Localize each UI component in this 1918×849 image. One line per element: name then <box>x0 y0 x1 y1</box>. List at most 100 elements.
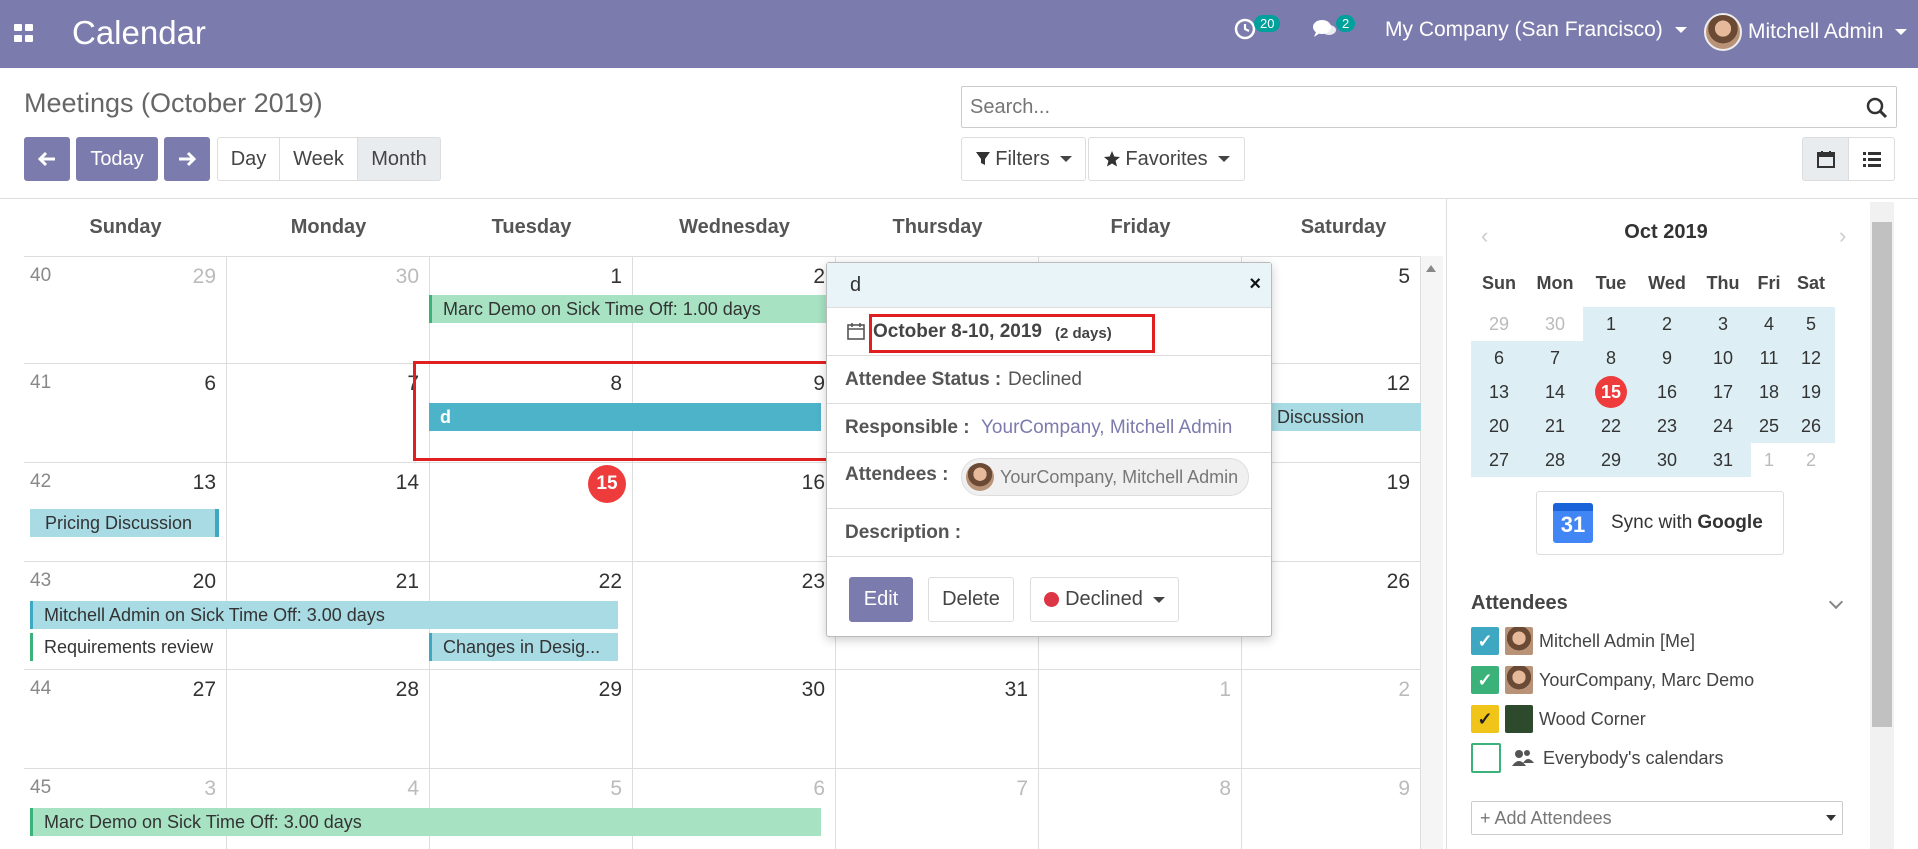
mini-day[interactable]: 7 <box>1527 341 1583 375</box>
mini-day[interactable]: 30 <box>1527 307 1583 341</box>
mini-day[interactable]: 29 <box>1583 443 1639 477</box>
mini-day[interactable]: 5 <box>1787 307 1835 341</box>
mini-day[interactable]: 1 <box>1751 443 1787 477</box>
mini-day-today[interactable]: 15 <box>1583 375 1639 409</box>
responsible-link[interactable]: YourCompany, Mitchell Admin <box>981 417 1232 439</box>
day-cell[interactable]: 28 <box>227 670 430 768</box>
delete-button[interactable]: Delete <box>928 577 1014 622</box>
favorites-button[interactable]: Favorites <box>1088 137 1245 181</box>
day-cell[interactable]: 29 <box>430 670 633 768</box>
attendee-status-dropdown[interactable]: Declined <box>1030 577 1179 622</box>
event-changes-in-design[interactable]: Changes in Desig... <box>429 633 618 661</box>
close-icon[interactable]: × <box>1249 273 1261 296</box>
mini-day[interactable]: 21 <box>1527 409 1583 443</box>
event-requirements-review[interactable]: Requirements review <box>30 633 220 661</box>
mini-day[interactable]: 18 <box>1751 375 1787 409</box>
mini-day[interactable]: 31 <box>1695 443 1751 477</box>
activity-menu[interactable]: 20 <box>1234 14 1281 40</box>
mini-day[interactable]: 25 <box>1751 409 1787 443</box>
attendee-filter-item[interactable]: ✓ Wood Corner <box>1471 704 1646 734</box>
sidebar-scrollbar[interactable] <box>1870 202 1894 849</box>
mini-day[interactable]: 4 <box>1751 307 1787 341</box>
mini-day[interactable]: 19 <box>1787 375 1835 409</box>
mini-day[interactable]: 14 <box>1527 375 1583 409</box>
mini-day[interactable]: 26 <box>1787 409 1835 443</box>
calendar-scrollbar[interactable] <box>1421 256 1443 849</box>
mini-day[interactable]: 9 <box>1639 341 1695 375</box>
day-cell[interactable]: 41 6 <box>24 364 227 462</box>
day-cell[interactable]: 2 <box>1242 670 1421 768</box>
mini-day[interactable]: 28 <box>1527 443 1583 477</box>
mini-day[interactable]: 27 <box>1471 443 1527 477</box>
mini-week: 6 7 8 9 10 11 12 <box>1471 341 1861 375</box>
mini-day[interactable]: 3 <box>1695 307 1751 341</box>
attendee-filter-item[interactable]: Everybody's calendars <box>1471 743 1724 773</box>
prev-button[interactable] <box>24 137 70 181</box>
sync-google-button[interactable]: 31 Sync with Google <box>1536 491 1784 555</box>
mini-day[interactable]: 12 <box>1787 341 1835 375</box>
checkbox-checked-icon[interactable]: ✓ <box>1471 627 1499 655</box>
search-input[interactable] <box>962 87 1896 127</box>
day-cell[interactable]: 7 <box>227 364 430 462</box>
checkbox-checked-icon[interactable]: ✓ <box>1471 666 1499 694</box>
event-sick-time-off[interactable]: Marc Demo on Sick Time Off: 1.00 days <box>429 295 827 323</box>
search-icon[interactable] <box>1866 97 1888 119</box>
attendee-filter-item[interactable]: ✓ Mitchell Admin [Me] <box>1471 626 1695 656</box>
day-cell[interactable]: 40 29 <box>24 257 227 363</box>
scroll-up-arrow-icon[interactable] <box>1426 265 1436 272</box>
mini-day[interactable]: 20 <box>1471 409 1527 443</box>
today-button[interactable]: Today <box>76 137 158 181</box>
list-view-button[interactable] <box>1848 137 1895 181</box>
scrollbar-thumb[interactable] <box>1872 222 1892 727</box>
day-cell[interactable]: 14 <box>227 463 430 561</box>
mini-day[interactable]: 2 <box>1787 443 1835 477</box>
checkbox-checked-icon[interactable]: ✓ <box>1471 705 1499 733</box>
mini-day[interactable]: 10 <box>1695 341 1751 375</box>
mini-day[interactable]: 22 <box>1583 409 1639 443</box>
mini-day[interactable]: 6 <box>1471 341 1527 375</box>
day-cell[interactable]: 9 <box>1242 769 1421 849</box>
day-cell[interactable]: 16 <box>633 463 836 561</box>
event-pricing-discussion[interactable]: Pricing Discussion <box>30 509 219 537</box>
mini-day[interactable]: 8 <box>1583 341 1639 375</box>
next-month-icon[interactable]: › <box>1839 223 1846 249</box>
attendee-chip[interactable]: YourCompany, Mitchell Admin <box>961 458 1250 496</box>
event-d[interactable]: d <box>429 403 821 431</box>
checkbox-unchecked-icon[interactable] <box>1471 743 1501 773</box>
view-day-button[interactable]: Day <box>217 137 280 181</box>
day-cell[interactable]: 30 <box>227 257 430 363</box>
mini-day[interactable]: 29 <box>1471 307 1527 341</box>
filters-button[interactable]: Filters <box>961 137 1086 181</box>
day-cell[interactable]: 7 <box>836 769 1039 849</box>
user-menu[interactable]: Mitchell Admin <box>1704 13 1908 51</box>
day-cell[interactable]: 30 <box>633 670 836 768</box>
mini-day[interactable]: 13 <box>1471 375 1527 409</box>
attendee-filter-item[interactable]: ✓ YourCompany, Marc Demo <box>1471 665 1754 695</box>
mini-day[interactable]: 24 <box>1695 409 1751 443</box>
day-cell[interactable]: 8 <box>1039 769 1242 849</box>
day-cell[interactable]: 44 27 <box>24 670 227 768</box>
mini-day[interactable]: 30 <box>1639 443 1695 477</box>
view-month-button[interactable]: Month <box>357 137 441 181</box>
mini-day[interactable]: 1 <box>1583 307 1639 341</box>
apps-menu-icon[interactable] <box>14 24 34 42</box>
day-cell[interactable]: 1 <box>1039 670 1242 768</box>
day-cell[interactable]: 15 <box>430 463 633 561</box>
day-cell[interactable]: 31 <box>836 670 1039 768</box>
view-week-button[interactable]: Week <box>279 137 358 181</box>
edit-button[interactable]: Edit <box>849 577 913 622</box>
messaging-menu[interactable]: 2 <box>1312 14 1356 40</box>
add-attendees-input[interactable]: + Add Attendees <box>1471 801 1843 835</box>
mini-day[interactable]: 11 <box>1751 341 1787 375</box>
next-button[interactable] <box>164 137 210 181</box>
company-switcher[interactable]: My Company (San Francisco) <box>1385 18 1687 42</box>
calendar-view-button[interactable] <box>1802 137 1849 181</box>
chevron-down-icon[interactable] <box>1828 594 1844 610</box>
mini-day[interactable]: 16 <box>1639 375 1695 409</box>
event-sick-time-off[interactable]: Mitchell Admin on Sick Time Off: 3.00 da… <box>30 601 618 629</box>
event-sick-time-off[interactable]: Marc Demo on Sick Time Off: 3.00 days <box>30 808 821 836</box>
mini-day[interactable]: 23 <box>1639 409 1695 443</box>
mini-day[interactable]: 17 <box>1695 375 1751 409</box>
day-cell[interactable]: 23 <box>633 562 836 669</box>
mini-day[interactable]: 2 <box>1639 307 1695 341</box>
